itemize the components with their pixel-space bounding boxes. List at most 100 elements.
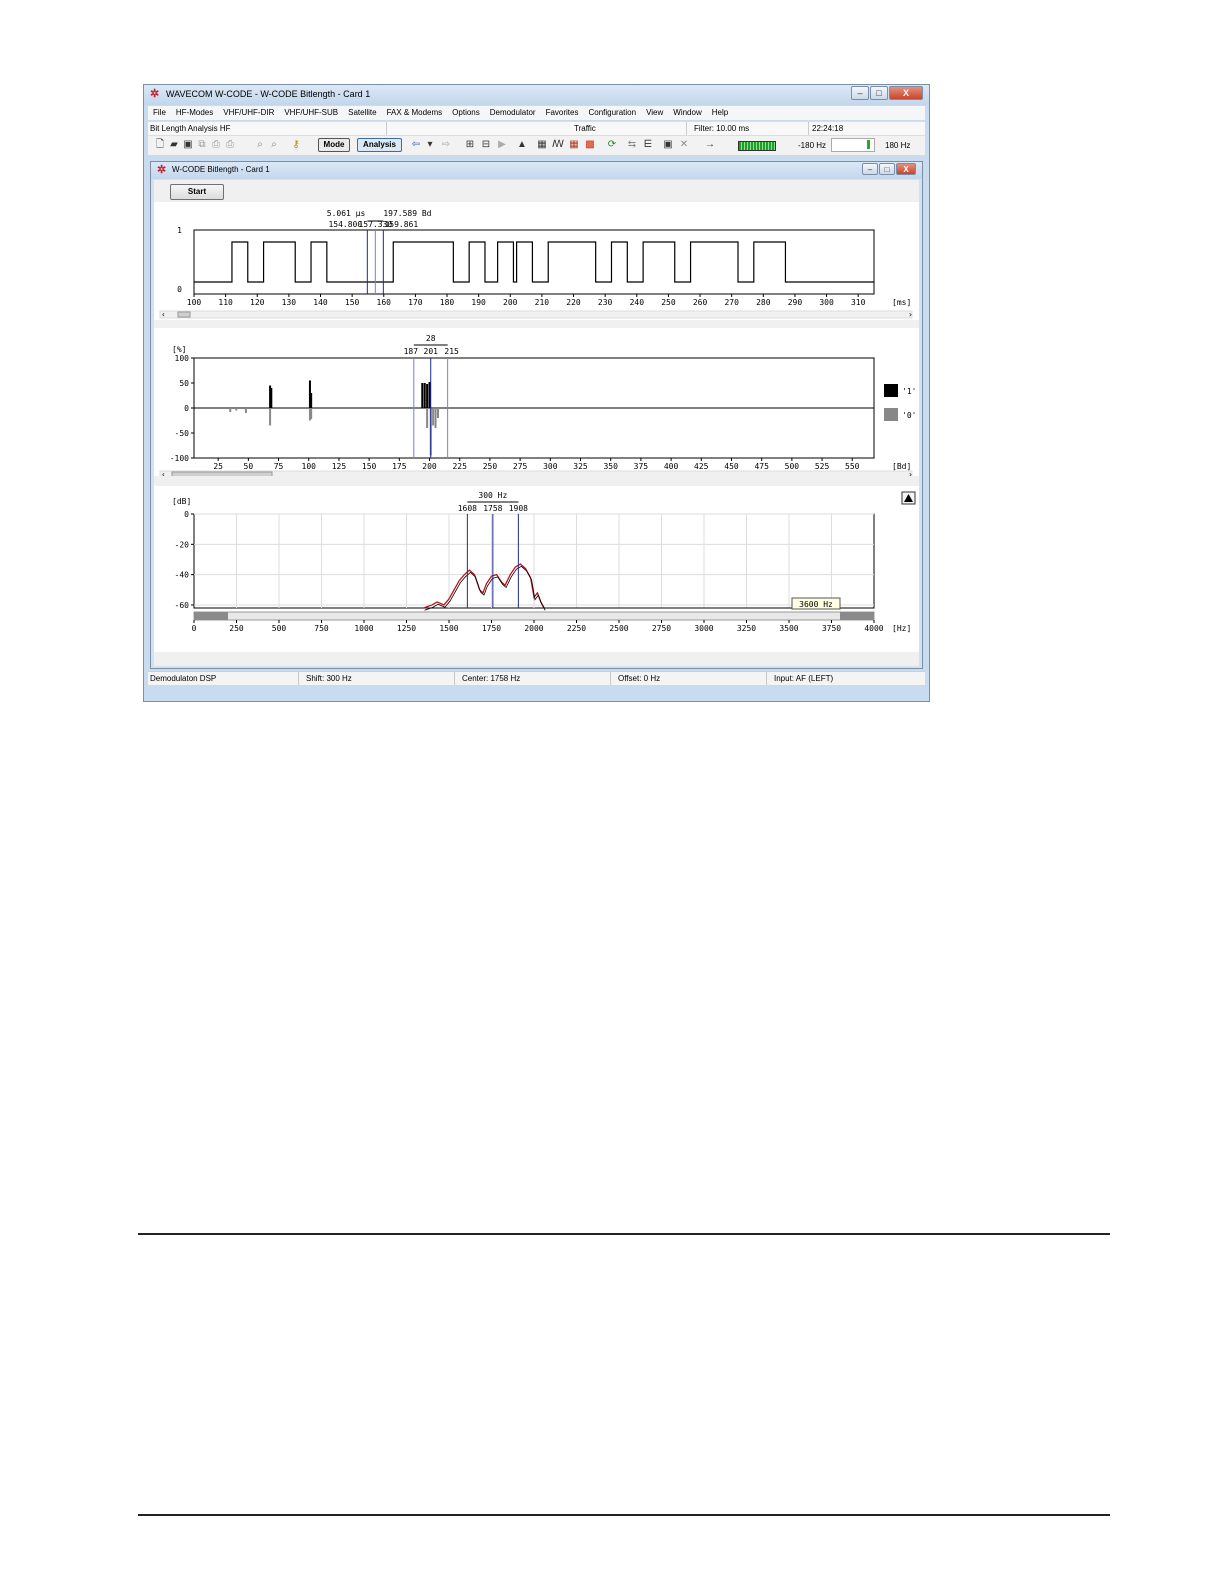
cursor-label: 1758: [483, 504, 502, 513]
bar-zero: [426, 408, 429, 428]
x-tick-label: 220: [566, 298, 581, 307]
dropdown-arrow-icon[interactable]: ▾: [424, 139, 436, 151]
menu-window[interactable]: Window: [668, 106, 706, 120]
grid-icon[interactable]: ▦: [568, 139, 580, 151]
back-arrow-icon[interactable]: ⇦: [410, 139, 422, 151]
x-tick-label: 100: [302, 462, 317, 471]
print-preview-icon[interactable]: ⎙: [210, 139, 222, 151]
menu-hf-modes[interactable]: HF-Modes: [171, 106, 218, 120]
split-icon[interactable]: ⇆: [626, 139, 638, 151]
find-icon[interactable]: ⌕: [254, 139, 266, 151]
title-bar[interactable]: ✲ WAVECOM W-CODE - W-CODE Bitlength - Ca…: [144, 85, 929, 105]
tuning-slider[interactable]: [831, 138, 875, 152]
cursor-label: 187: [404, 347, 419, 356]
zoom-out-icon[interactable]: ⊟: [480, 139, 492, 151]
help-key-icon[interactable]: ⚷: [290, 139, 302, 151]
print-icon[interactable]: ⎙: [224, 139, 236, 151]
zoom-in-icon[interactable]: ⊞: [464, 139, 476, 151]
copy-icon[interactable]: ⧉: [196, 139, 208, 151]
status-center: Center: 1758 Hz: [462, 674, 521, 683]
child-minimize-button[interactable]: –: [862, 163, 878, 175]
menu-vhf-uhf-dir[interactable]: VHF/UHF-DIR: [218, 106, 279, 120]
legend-one-label: '1': [902, 387, 916, 396]
y-tick-label: -100: [170, 454, 189, 463]
refresh-icon[interactable]: ⟳: [606, 139, 618, 151]
x-tick-label: 3250: [737, 624, 756, 633]
menu-configuration[interactable]: Configuration: [583, 106, 641, 120]
scroll-left-arrow: ‹: [161, 470, 166, 476]
menu-favorites[interactable]: Favorites: [541, 106, 584, 120]
save-icon[interactable]: ▣: [182, 139, 194, 151]
status-demodulator: Demodulaton DSP: [150, 674, 217, 683]
open-folder-icon[interactable]: ▰: [168, 139, 180, 151]
maximize-button[interactable]: □: [870, 86, 888, 100]
menu-view[interactable]: View: [641, 106, 668, 120]
child-close-button[interactable]: X: [896, 163, 916, 175]
bar-zero: [432, 408, 435, 426]
new-file-icon[interactable]: 🗋: [154, 139, 166, 151]
close-button[interactable]: X: [889, 86, 923, 100]
menu-satellite[interactable]: Satellite: [343, 106, 381, 120]
menu-file[interactable]: File: [148, 106, 171, 120]
menu-fax-modems[interactable]: FAX & Modems: [382, 106, 448, 120]
y-tick-label: 1: [177, 226, 182, 235]
child-window-title: W-CODE Bitlength - Card 1: [172, 165, 270, 174]
bit-timing-svg[interactable]: 10154.800157.330159.8615.061 µs 197.589 B…: [154, 202, 919, 320]
x-tick-label: 2000: [524, 624, 543, 633]
bar-one: [310, 393, 313, 408]
menu-vhf-uhf-sub[interactable]: VHF/UHF-SUB: [279, 106, 343, 120]
bar-zero: [310, 408, 313, 419]
find-next-icon[interactable]: ⌕: [268, 139, 280, 151]
x-unit-label: [Hz]: [892, 624, 911, 633]
bar-zero: [244, 408, 247, 413]
analysis-button[interactable]: Analysis: [357, 138, 402, 152]
x-tick-label: 270: [724, 298, 739, 307]
cancel-icon[interactable]: ✕: [678, 139, 690, 151]
cursor-label: 1908: [509, 504, 528, 513]
x-tick-label: 50: [244, 462, 254, 471]
record-icon[interactable]: ▣: [662, 139, 674, 151]
play-icon[interactable]: ▶: [496, 139, 508, 151]
x-tick-label: 230: [598, 298, 613, 307]
start-button[interactable]: Start: [170, 184, 224, 200]
x-tick-label: 375: [634, 462, 649, 471]
span-label: 28: [426, 334, 436, 343]
menu-help[interactable]: Help: [707, 106, 733, 120]
x-tick-label: 225: [452, 462, 467, 471]
status-input: Input: AF (LEFT): [774, 674, 834, 683]
bit-timing-chart: 1 0 154.800 157.330 159.861 5.061 µs 197.589 B…: [154, 202, 919, 320]
spectrum-icon[interactable]: ▲: [516, 139, 528, 151]
child-title-bar[interactable]: ✲ W-CODE Bitlength - Card 1 – □ X: [151, 162, 922, 179]
x-tick-label: 0: [192, 624, 197, 633]
x-tick-label: 200: [422, 462, 437, 471]
x-tick-label: 2750: [652, 624, 671, 633]
range-handle-left: [194, 612, 228, 620]
menu-demodulator[interactable]: Demodulator: [485, 106, 541, 120]
x-tick-label: 310: [851, 298, 866, 307]
sonagram-icon[interactable]: ꟿ: [552, 139, 564, 151]
minimize-button[interactable]: –: [851, 86, 869, 100]
analysis-panel: Start 1 0 154.800 157.330 159.861 5.061 µs 197…: [154, 180, 919, 666]
x-tick-label: 1250: [397, 624, 416, 633]
x-tick-label: 425: [694, 462, 709, 471]
tune-icon[interactable]: →: [704, 139, 716, 151]
mode-button[interactable]: Mode: [318, 138, 350, 152]
fe-icon[interactable]: ⋿: [642, 139, 654, 151]
baud-histogram-svg[interactable]: [%]100500-50-100187 201 2152825 50 75 100 125 1…: [154, 328, 919, 476]
bar-zero: [229, 408, 232, 412]
forward-arrow-icon[interactable]: ⇨: [440, 139, 452, 151]
traffic-info: Traffic: [574, 124, 596, 133]
child-maximize-button[interactable]: □: [879, 163, 895, 175]
waterfall-icon[interactable]: ▦: [536, 139, 548, 151]
x-tick-label: 750: [314, 624, 329, 633]
x-tick-label: 140: [313, 298, 328, 307]
x-tick-label: 25: [213, 462, 223, 471]
wavecom-logo-icon: ✲: [150, 88, 160, 100]
x-tick-label: 120: [250, 298, 265, 307]
menu-options[interactable]: Options: [447, 106, 485, 120]
color-map-icon[interactable]: ▩: [584, 139, 596, 151]
y-tick-label: 0: [184, 404, 189, 413]
spectrum-svg[interactable]: 0 -20 -40 -60 [dB] 1608 1758 1908300 Hz 3600 Hz 0…: [154, 486, 919, 652]
bar-one: [270, 388, 273, 408]
y-tick-label: 50: [179, 379, 189, 388]
